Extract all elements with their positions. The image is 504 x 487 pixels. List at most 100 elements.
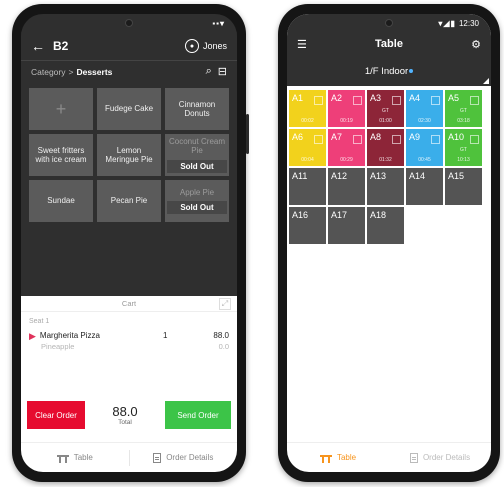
table-tile[interactable]: A15 bbox=[445, 168, 482, 205]
order-tag-icon bbox=[314, 135, 323, 144]
table-tile[interactable]: A5 GT 03:18 bbox=[445, 90, 482, 127]
search-icon[interactable]: ⌕ bbox=[206, 65, 212, 78]
table-id: A14 bbox=[409, 171, 426, 181]
menu-item-tile[interactable]: Lemon Meringue Pie bbox=[97, 134, 161, 176]
table-tile[interactable]: A10 GT 10:13 bbox=[445, 129, 482, 166]
front-camera bbox=[125, 19, 133, 27]
table-tile[interactable]: A12 bbox=[328, 168, 365, 205]
table-tile[interactable]: A7 00:29 bbox=[328, 129, 365, 166]
table-tile[interactable]: A16 bbox=[289, 207, 326, 244]
menu-item-tile[interactable]: Cinnamon Donuts bbox=[165, 88, 229, 130]
table-icon bbox=[56, 453, 69, 463]
table-tile[interactable]: A2 00:19 bbox=[328, 90, 365, 127]
corner-triangle-icon bbox=[483, 78, 489, 84]
table-elapsed-time: 03:18 bbox=[457, 118, 470, 124]
menu-item-tile[interactable]: Apple Pie Sold Out bbox=[165, 180, 229, 222]
clear-order-button[interactable]: Clear Order bbox=[27, 401, 85, 429]
table-id: A13 bbox=[370, 171, 387, 181]
cart-line-item[interactable]: ▶ Margherita Pizza 1 88.0 bbox=[21, 329, 237, 342]
cart-actions: Clear Order 88.0 Total Send Order bbox=[27, 400, 231, 430]
table-tile[interactable]: A6 00:04 bbox=[289, 129, 326, 166]
table-id: A8 bbox=[370, 132, 382, 142]
breadcrumb-root[interactable]: Category bbox=[31, 67, 66, 77]
table-elapsed-time: 00:45 bbox=[418, 157, 431, 163]
menu-item-tile[interactable]: Fudege Cake bbox=[97, 88, 161, 130]
menu-item-label: Sweet fritters with ice cream bbox=[35, 145, 87, 164]
table-grid: A1 00:02 A2 00:19 A3 GT 01:00 A4 02:30 A5 GT 03:18 A… bbox=[287, 86, 491, 244]
menu-item-label: Apple Pie bbox=[179, 187, 215, 197]
menu-item-label: Coconut Cream Pie bbox=[168, 137, 226, 156]
breadcrumb: Category > Desserts ⌕ ⊟ bbox=[21, 60, 237, 82]
table-id: A10 bbox=[448, 132, 465, 142]
page-title: Table bbox=[375, 38, 403, 50]
table-elapsed-time: 00:04 bbox=[301, 157, 314, 163]
table-id: A7 bbox=[331, 132, 343, 142]
table-name: B2 bbox=[53, 39, 69, 53]
nav-order-details[interactable]: Order Details bbox=[389, 452, 491, 463]
order-tag-icon bbox=[470, 135, 479, 144]
nav-order-details[interactable]: Order Details bbox=[130, 452, 238, 463]
order-tag-icon bbox=[392, 96, 401, 105]
gear-icon[interactable]: ⚙ bbox=[471, 38, 481, 51]
status-time: 12:30 bbox=[458, 18, 479, 28]
nav-table-label: Table bbox=[73, 453, 93, 462]
table-tile[interactable]: A1 00:02 bbox=[289, 90, 326, 127]
table-tile[interactable]: A11 bbox=[289, 168, 326, 205]
table-icon bbox=[319, 453, 332, 463]
table-id: A18 bbox=[370, 210, 387, 220]
bottom-nav: Table Order Details bbox=[287, 442, 491, 472]
order-tag-icon bbox=[353, 135, 362, 144]
menu-item-label: Fudege Cake bbox=[104, 104, 154, 114]
send-order-button[interactable]: Send Order bbox=[165, 401, 231, 429]
cart-panel: Cart ⤢ Seat 1 ▶ Margherita Pizza 1 88.0 … bbox=[21, 296, 237, 472]
arrow-left-icon[interactable]: ← bbox=[31, 38, 45, 54]
order-total: 88.0 Total bbox=[85, 404, 165, 426]
table-id: A3 bbox=[370, 93, 382, 103]
breadcrumb-current: Desserts bbox=[76, 66, 113, 77]
total-amount: 88.0 bbox=[112, 404, 138, 419]
menu-item-tile[interactable]: Sundae bbox=[29, 180, 93, 222]
user-circle-icon[interactable]: ● bbox=[184, 39, 199, 53]
menu-item-tile[interactable]: Pecan Pie bbox=[97, 180, 161, 222]
table-tile[interactable]: A9 00:45 bbox=[406, 129, 443, 166]
table-id: A15 bbox=[448, 171, 465, 181]
triangle-right-icon: ▶ bbox=[29, 331, 36, 341]
nav-table[interactable]: Table bbox=[21, 453, 129, 463]
table-tile[interactable]: A18 bbox=[367, 207, 404, 244]
total-label: Total bbox=[118, 419, 132, 426]
table-id: A11 bbox=[292, 171, 308, 181]
floor-label: 1/F Indoor bbox=[364, 65, 409, 77]
nav-table[interactable]: Table bbox=[287, 453, 389, 463]
order-tag-icon bbox=[470, 96, 479, 105]
expand-icon[interactable]: ⤢ bbox=[219, 298, 231, 310]
table-tile[interactable]: A8 01:32 bbox=[367, 129, 404, 166]
order-header: ← B2 ● Jones bbox=[21, 32, 237, 60]
menu-item-tile[interactable]: Sweet fritters with ice cream bbox=[29, 134, 93, 176]
table-elapsed-time: 10:13 bbox=[457, 157, 470, 163]
table-tile[interactable]: A17 bbox=[328, 207, 365, 244]
left-phone: ▪▪▾ ← B2 ● Jones Category > Desserts ⌕ ⊟… bbox=[12, 4, 249, 482]
table-tile[interactable]: A14 bbox=[406, 168, 443, 205]
right-phone: ▾◢▮ 12:30 ☰ Table ⚙ 1/F Indoor A1 00:02 A2… bbox=[278, 4, 500, 482]
status-icons: ▾◢▮ bbox=[438, 18, 456, 28]
hamburger-icon[interactable]: ☰ bbox=[297, 38, 307, 51]
nav-order-details-label: Order Details bbox=[166, 453, 214, 462]
order-tag-icon bbox=[431, 96, 440, 105]
menu-item-tile[interactable]: Coconut Cream Pie Sold Out bbox=[165, 134, 229, 176]
nav-table-label: Table bbox=[336, 453, 357, 462]
order-tag-icon bbox=[392, 135, 401, 144]
filter-icon[interactable]: ⊟ bbox=[218, 65, 227, 78]
table-sub-label: GT bbox=[460, 108, 467, 114]
table-tile[interactable]: A13 bbox=[367, 168, 404, 205]
table-tile[interactable]: A3 GT 01:00 bbox=[367, 90, 404, 127]
table-elapsed-time: 01:32 bbox=[379, 157, 392, 163]
table-id: A17 bbox=[331, 210, 348, 220]
table-tile[interactable]: A4 02:30 bbox=[406, 90, 443, 127]
sold-out-badge: Sold Out bbox=[167, 159, 227, 173]
add-item-button[interactable]: + bbox=[29, 88, 93, 130]
document-icon bbox=[153, 452, 162, 463]
item-name: Margherita Pizza bbox=[39, 331, 100, 340]
table-elapsed-time: 02:30 bbox=[418, 118, 431, 124]
floor-selector[interactable]: 1/F Indoor bbox=[287, 56, 491, 86]
menu-item-label: Sundae bbox=[47, 196, 75, 206]
